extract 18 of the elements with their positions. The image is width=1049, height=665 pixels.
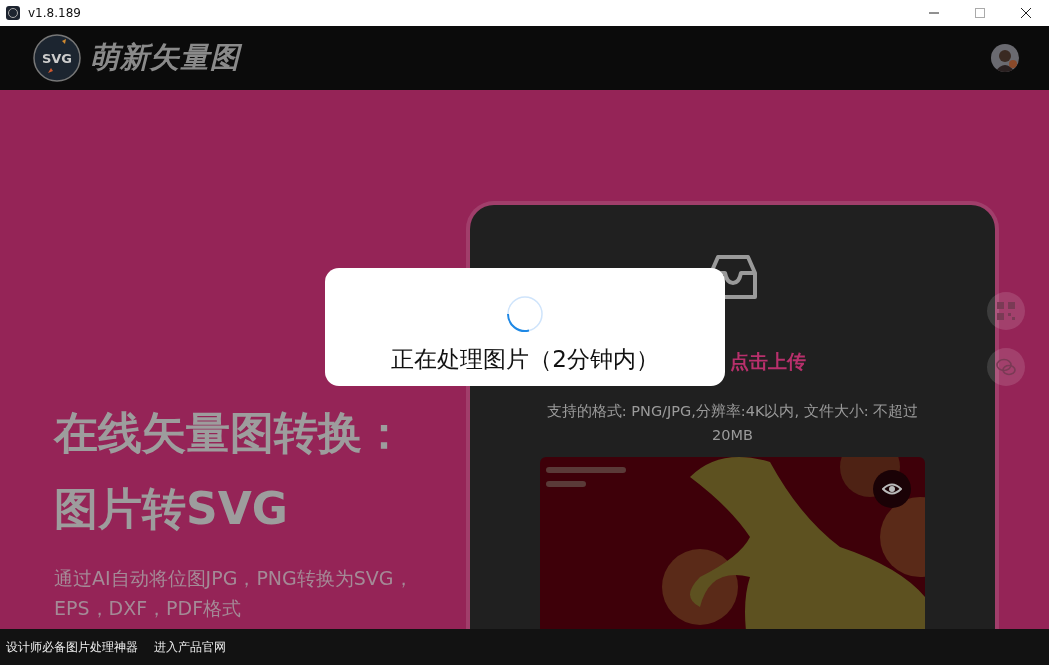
logo-icon: SVG (32, 33, 82, 83)
chat-button[interactable] (987, 348, 1025, 386)
app-icon (6, 6, 20, 20)
footer-link[interactable]: 进入产品官网 (154, 639, 226, 655)
hero-title: 在线矢量图转换： (54, 406, 407, 460)
spinner-icon (505, 294, 545, 334)
qr-code-button[interactable] (987, 292, 1025, 330)
avatar[interactable] (991, 44, 1019, 72)
close-icon (1020, 7, 1032, 19)
hero-subtitle: 通过AI自动将位图JPG，PNG转换为SVG，EPS，DXF，PDF格式 (54, 566, 414, 621)
brand-name: 萌新矢量图 (90, 38, 991, 78)
qr-code-icon (995, 300, 1017, 322)
maximize-icon (974, 7, 986, 19)
hero-title: 图片转SVG (54, 482, 289, 536)
format-hint: 支持的格式: PNG/JPG,分辨率:4K以内, 文件大小: 不超过20MB (546, 402, 919, 445)
window-title: v1.8.189 (28, 6, 82, 20)
footer-link[interactable]: 设计师必备图片处理神器 (6, 639, 138, 655)
chat-icon (995, 356, 1017, 378)
